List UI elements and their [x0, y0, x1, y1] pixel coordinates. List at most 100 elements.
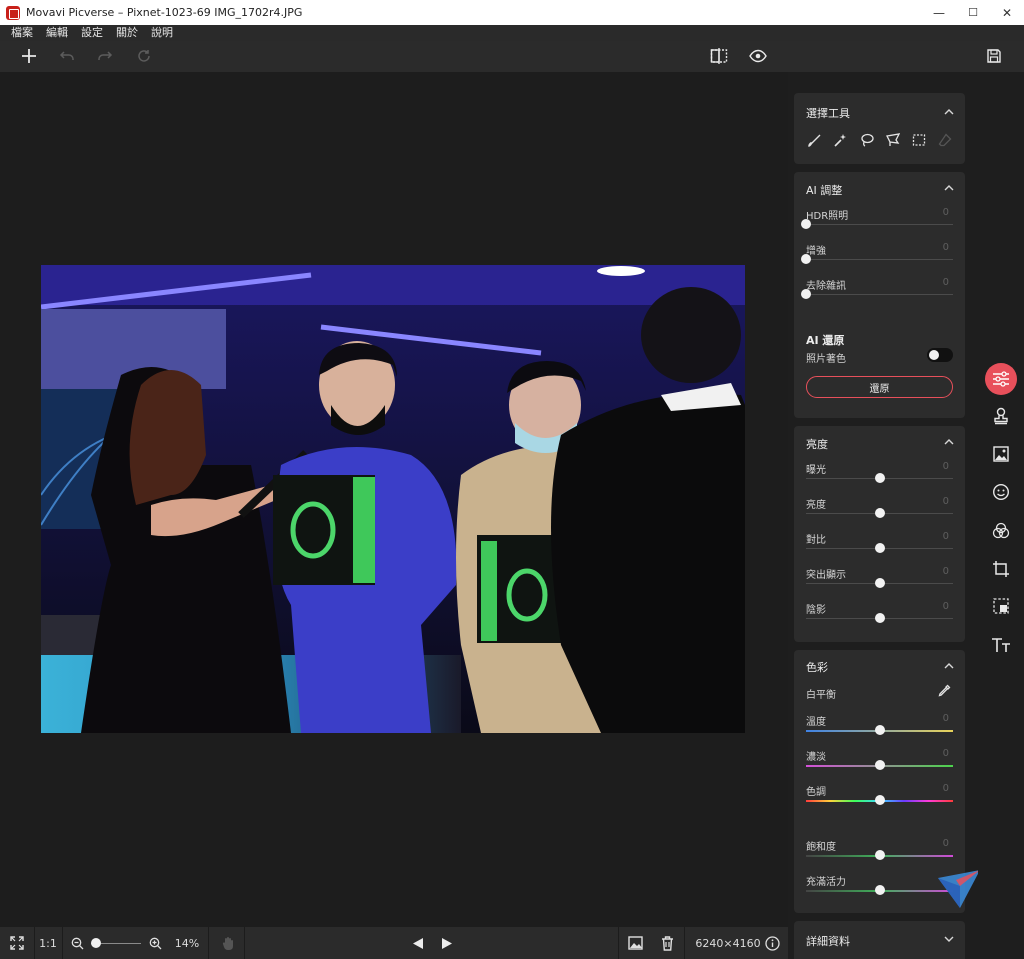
chevron-down-icon[interactable]: [943, 933, 955, 945]
undo-button[interactable]: [56, 45, 78, 67]
slider-value: 0: [942, 207, 949, 218]
pan-hand-button[interactable]: [212, 927, 244, 959]
close-button[interactable]: ✕: [990, 0, 1024, 25]
fit-screen-icon: [10, 936, 24, 950]
polygon-lasso-icon[interactable]: [886, 133, 900, 147]
info-button[interactable]: [762, 927, 782, 959]
menu-edit[interactable]: 編輯: [46, 25, 68, 41]
adjust-tool-button[interactable]: [985, 363, 1017, 395]
stamp-tool-button[interactable]: [985, 400, 1017, 432]
eyedropper-icon[interactable]: [938, 684, 951, 697]
minimize-button[interactable]: —: [922, 0, 956, 25]
slider-knob[interactable]: [874, 760, 885, 770]
selection-tools-card: 選擇工具: [794, 93, 965, 164]
slider-value: 0: [942, 838, 949, 849]
slider-label: 色調: [806, 787, 826, 798]
details-card[interactable]: 詳細資料: [794, 921, 965, 959]
slider-label: 飽和度: [806, 842, 836, 853]
magic-wand-icon[interactable]: [834, 133, 848, 147]
slider-knob[interactable]: [874, 578, 885, 588]
triangle-left-icon: [413, 937, 423, 949]
chevron-up-icon[interactable]: [943, 106, 955, 118]
slider-track[interactable]: [806, 259, 953, 260]
trash-icon: [661, 935, 673, 951]
info-icon: [764, 935, 780, 951]
menu-help[interactable]: 說明: [151, 25, 173, 41]
details-title: 詳細資料: [806, 935, 850, 948]
color-tool-button[interactable]: [985, 515, 1017, 547]
slider-value: 0: [942, 461, 949, 472]
slider-value: 0: [942, 783, 949, 794]
slider-knob[interactable]: [801, 289, 811, 299]
gallery-button[interactable]: [622, 927, 648, 959]
triangle-right-icon: [442, 937, 452, 949]
redo-button[interactable]: [94, 45, 116, 67]
slider-knob[interactable]: [874, 885, 885, 895]
fit-screen-button[interactable]: [0, 927, 34, 959]
slider-value: 0: [942, 713, 949, 724]
slider-label: 陰影: [806, 605, 826, 616]
adjustments-panel: 選擇工具 AI 調整 HDR照明 0 增強 0 去除雜訊 0 AI 還原 照片著色 還原 …: [788, 72, 980, 959]
slider-label: 溫度: [806, 717, 826, 728]
slider-knob[interactable]: [874, 795, 885, 805]
image-canvas[interactable]: [0, 72, 788, 927]
slider-knob[interactable]: [874, 508, 885, 518]
delete-button[interactable]: [654, 927, 680, 959]
slider-knob[interactable]: [874, 473, 885, 483]
next-image-button[interactable]: [437, 927, 457, 959]
zoom-slider[interactable]: [90, 927, 142, 959]
slider-label: 亮度: [806, 500, 826, 511]
slider-knob[interactable]: [801, 254, 811, 264]
adjust-icon: [993, 371, 1009, 387]
zoom-slider-knob[interactable]: [91, 937, 101, 948]
one-to-one-button[interactable]: 1:1: [34, 927, 62, 959]
brush-icon[interactable]: [808, 133, 822, 147]
compare-icon: [710, 48, 728, 64]
zoom-out-icon: [71, 937, 83, 949]
zoom-in-button[interactable]: [146, 927, 164, 959]
text-icon: [992, 638, 1010, 652]
window-controls: — ☐ ✕: [922, 0, 1024, 25]
rectangle-select-icon[interactable]: [912, 133, 926, 147]
zoom-out-button[interactable]: [68, 927, 86, 959]
selection-tool-button[interactable]: [985, 590, 1017, 622]
maximize-button[interactable]: ☐: [956, 0, 990, 25]
reset-button[interactable]: [133, 45, 155, 67]
add-button[interactable]: [18, 45, 40, 67]
slider-knob[interactable]: [801, 219, 811, 229]
menu-file[interactable]: 檔案: [11, 25, 33, 41]
slider-label: 濃淡: [806, 752, 826, 763]
restore-button[interactable]: 還原: [806, 376, 953, 398]
chevron-up-icon[interactable]: [943, 660, 955, 672]
menu-settings[interactable]: 設定: [81, 25, 103, 41]
eraser-icon[interactable]: [938, 133, 952, 147]
crop-tool-button[interactable]: [985, 553, 1017, 585]
chevron-up-icon[interactable]: [943, 436, 955, 448]
chevron-up-icon[interactable]: [943, 182, 955, 194]
colorize-toggle[interactable]: [927, 348, 953, 362]
stamp-icon: [994, 407, 1008, 425]
window-title: Movavi Picverse – Pixnet-1023-69 IMG_170…: [26, 6, 303, 19]
selection-tools-title: 選擇工具: [806, 107, 850, 120]
slider-knob[interactable]: [874, 725, 885, 735]
slider-knob[interactable]: [874, 613, 885, 623]
text-tool-button[interactable]: [985, 629, 1017, 661]
plus-icon: [22, 49, 36, 63]
previous-image-button[interactable]: [408, 927, 428, 959]
menu-about[interactable]: 關於: [116, 25, 138, 41]
preview-button[interactable]: [747, 45, 769, 67]
save-button[interactable]: [983, 45, 1005, 67]
title-bar: Movavi Picverse – Pixnet-1023-69 IMG_170…: [0, 0, 1024, 25]
image-tool-button[interactable]: [985, 438, 1017, 470]
slider-track[interactable]: [806, 224, 953, 225]
zoom-level: 14%: [174, 936, 200, 950]
compare-button[interactable]: [708, 45, 730, 67]
slider-track[interactable]: [806, 294, 953, 295]
toolbar: [0, 41, 1024, 72]
retouch-tool-button[interactable]: [985, 476, 1017, 508]
slider-knob[interactable]: [874, 543, 885, 553]
white-balance-label: 白平衡: [806, 690, 836, 701]
lasso-icon[interactable]: [860, 133, 874, 147]
slider-knob[interactable]: [874, 850, 885, 860]
redo-icon: [98, 51, 113, 60]
